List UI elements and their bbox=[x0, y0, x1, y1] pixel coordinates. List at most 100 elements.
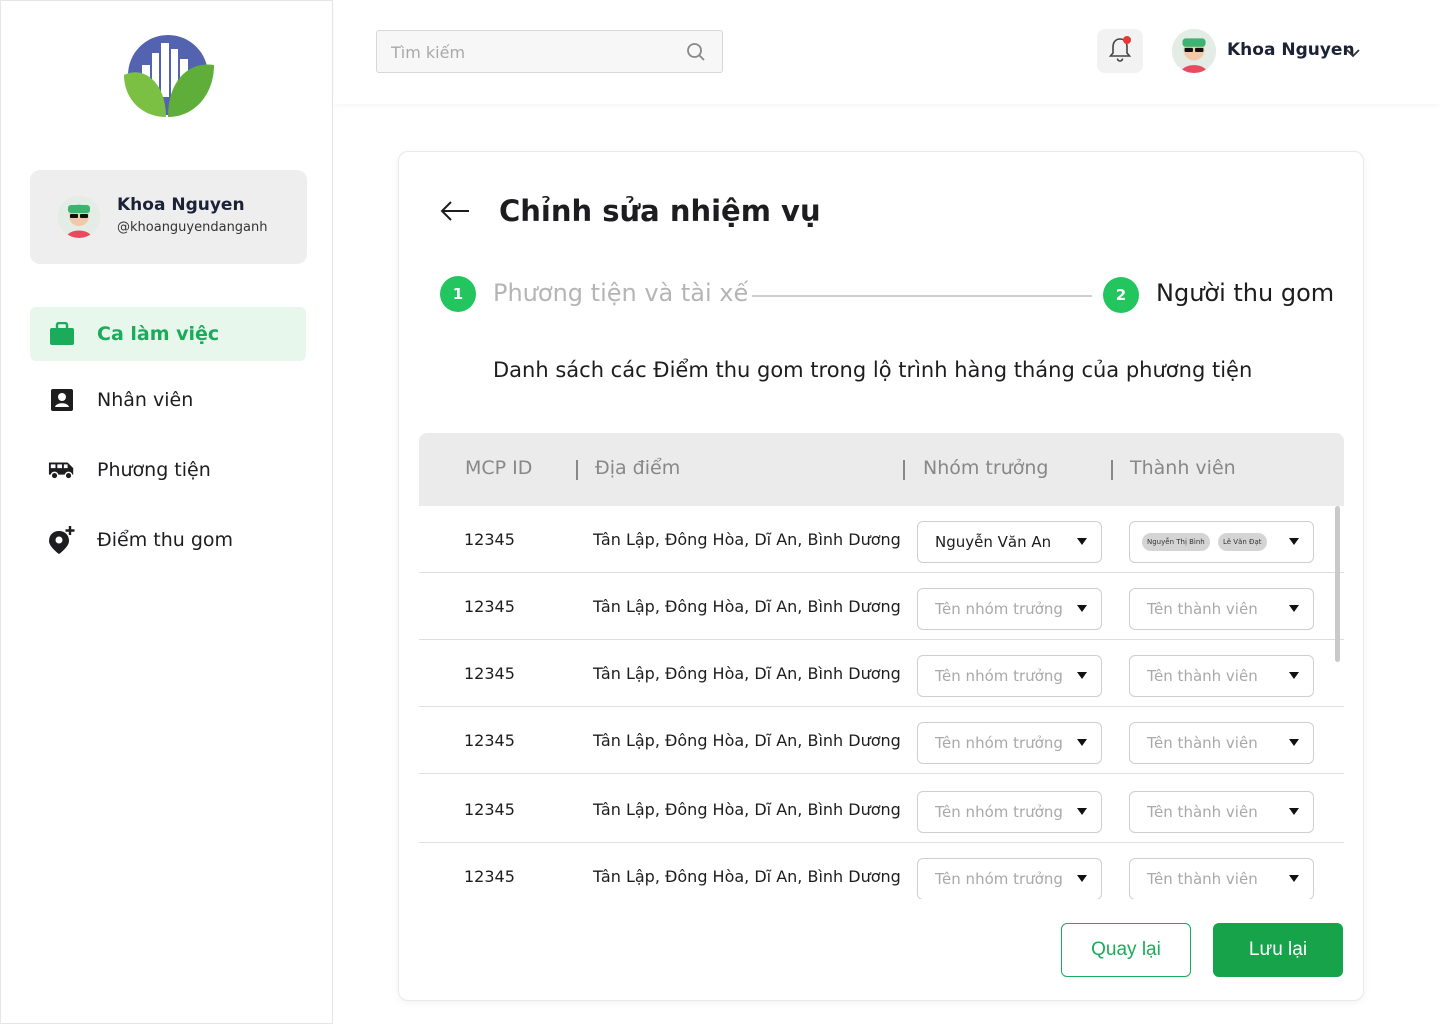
bus-icon bbox=[48, 456, 76, 484]
column-header-mcp-id: MCP ID bbox=[465, 457, 533, 479]
member-select[interactable]: Tên thành viên bbox=[1129, 722, 1314, 764]
column-header-members: Thành viên bbox=[1130, 457, 1236, 479]
caret-down-icon bbox=[1077, 538, 1087, 545]
chevron-down-icon[interactable] bbox=[1345, 44, 1361, 58]
sidebar-item-collection-points[interactable]: Điểm thu gom bbox=[30, 513, 306, 567]
leader-select-placeholder: Tên nhóm trưởng bbox=[935, 870, 1063, 888]
leader-select-placeholder: Tên nhóm trưởng bbox=[935, 734, 1063, 752]
table-row: 12345 Tân Lập, Đông Hòa, Dĩ An, Bình Dươn… bbox=[419, 573, 1344, 640]
member-select[interactable]: Nguyễn Thị Bình Lê Văn Đạt bbox=[1129, 521, 1314, 563]
column-divider bbox=[903, 460, 905, 480]
caret-down-icon bbox=[1077, 875, 1087, 882]
sidebar-item-label: Nhân viên bbox=[97, 389, 194, 411]
table-header: MCP ID Địa điểm Nhóm trưởng Thành viên bbox=[419, 433, 1344, 506]
collection-points-table: MCP ID Địa điểm Nhóm trưởng Thành viên 1… bbox=[419, 433, 1344, 899]
member-select-placeholder: Tên thành viên bbox=[1147, 600, 1258, 618]
member-select[interactable]: Tên thành viên bbox=[1129, 791, 1314, 833]
sidebar-item-label: Điểm thu gom bbox=[97, 529, 234, 551]
section-subtitle: Danh sách các Điểm thu gom trong lộ trìn… bbox=[493, 358, 1253, 382]
sidebar: Khoa Nguyen @khoanguyendanganh Ca làm vi… bbox=[0, 0, 333, 1024]
sidebar-item-shifts[interactable]: Ca làm việc bbox=[30, 307, 306, 361]
profile-card[interactable]: Khoa Nguyen @khoanguyendanganh bbox=[30, 170, 307, 264]
table-row: 12345 Tân Lập, Đông Hòa, Dĩ An, Bình Dươn… bbox=[419, 843, 1344, 899]
caret-down-icon bbox=[1077, 808, 1087, 815]
table-row: 12345 Tân Lập, Đông Hòa, Dĩ An, Bình Dươn… bbox=[419, 506, 1344, 573]
back-button[interactable]: Quay lại bbox=[1061, 923, 1191, 977]
table-row: 12345 Tân Lập, Đông Hòa, Dĩ An, Bình Dươn… bbox=[419, 640, 1344, 707]
caret-down-icon bbox=[1289, 605, 1299, 612]
step-1-label[interactable]: Phương tiện và tài xế bbox=[493, 279, 748, 307]
caret-down-icon bbox=[1077, 672, 1087, 679]
member-select-placeholder: Tên thành viên bbox=[1147, 667, 1258, 685]
save-button[interactable]: Lưu lại bbox=[1213, 923, 1343, 977]
page-title: Chỉnh sửa nhiệm vụ bbox=[499, 194, 821, 228]
sidebar-item-vehicles[interactable]: Phương tiện bbox=[30, 443, 306, 497]
leader-select[interactable]: Tên nhóm trưởng bbox=[917, 722, 1102, 764]
profile-name: Khoa Nguyen bbox=[117, 195, 245, 215]
location-cell: Tân Lập, Đông Hòa, Dĩ An, Bình Dương bbox=[593, 800, 901, 819]
profile-handle: @khoanguyendanganh bbox=[117, 220, 268, 235]
member-select-placeholder: Tên thành viên bbox=[1147, 870, 1258, 888]
search-icon[interactable] bbox=[686, 42, 706, 62]
leader-select[interactable]: Nguyễn Văn An bbox=[917, 521, 1102, 563]
leader-select[interactable]: Tên nhóm trưởng bbox=[917, 588, 1102, 630]
table-row: 12345 Tân Lập, Đông Hòa, Dĩ An, Bình Dươn… bbox=[419, 776, 1344, 843]
mcp-id-cell: 12345 bbox=[464, 597, 515, 616]
sidebar-item-label: Phương tiện bbox=[97, 459, 211, 481]
back-arrow-icon[interactable] bbox=[439, 198, 471, 224]
leader-select[interactable]: Tên nhóm trưởng bbox=[917, 858, 1102, 899]
location-cell: Tân Lập, Đông Hòa, Dĩ An, Bình Dương bbox=[593, 867, 901, 886]
table-scrollbar[interactable] bbox=[1335, 506, 1340, 662]
step-2-indicator[interactable]: 2 bbox=[1103, 277, 1139, 313]
user-name[interactable]: Khoa Nguyen bbox=[1227, 40, 1355, 60]
member-select-placeholder: Tên thành viên bbox=[1147, 803, 1258, 821]
app-logo[interactable] bbox=[122, 35, 216, 119]
location-cell: Tân Lập, Đông Hòa, Dĩ An, Bình Dương bbox=[593, 731, 901, 750]
caret-down-icon bbox=[1289, 672, 1299, 679]
member-select[interactable]: Tên thành viên bbox=[1129, 858, 1314, 899]
mcp-id-cell: 12345 bbox=[464, 530, 515, 549]
leader-select[interactable]: Tên nhóm trưởng bbox=[917, 791, 1102, 833]
member-chip[interactable]: Lê Văn Đạt bbox=[1218, 533, 1267, 551]
caret-down-icon bbox=[1077, 739, 1087, 746]
caret-down-icon bbox=[1289, 538, 1299, 545]
location-cell: Tân Lập, Đông Hòa, Dĩ An, Bình Dương bbox=[593, 530, 901, 549]
leader-select[interactable]: Tên nhóm trưởng bbox=[917, 655, 1102, 697]
search-input[interactable] bbox=[391, 41, 671, 63]
bell-icon bbox=[1107, 35, 1133, 67]
column-divider bbox=[576, 460, 578, 480]
step-2-label[interactable]: Người thu gom bbox=[1156, 279, 1334, 307]
location-cell: Tân Lập, Đông Hòa, Dĩ An, Bình Dương bbox=[593, 664, 901, 683]
contact-card-icon bbox=[48, 386, 76, 414]
step-connector bbox=[752, 295, 1092, 297]
top-bar: Khoa Nguyen bbox=[334, 0, 1440, 104]
member-select-placeholder: Tên thành viên bbox=[1147, 734, 1258, 752]
column-header-leader: Nhóm trưởng bbox=[923, 457, 1049, 479]
caret-down-icon bbox=[1077, 605, 1087, 612]
search-box[interactable] bbox=[376, 30, 723, 73]
column-header-location: Địa điểm bbox=[595, 457, 681, 479]
mcp-id-cell: 12345 bbox=[464, 731, 515, 750]
mcp-id-cell: 12345 bbox=[464, 867, 515, 886]
edit-task-card: Chỉnh sửa nhiệm vụ 1 Phương tiện và tài … bbox=[398, 151, 1364, 1001]
mcp-id-cell: 12345 bbox=[464, 664, 515, 683]
member-select[interactable]: Tên thành viên bbox=[1129, 588, 1314, 630]
step-1-indicator[interactable]: 1 bbox=[440, 276, 476, 312]
table-row: 12345 Tân Lập, Đông Hòa, Dĩ An, Bình Dươn… bbox=[419, 707, 1344, 774]
briefcase-icon bbox=[48, 320, 76, 348]
add-location-icon bbox=[48, 526, 76, 554]
avatar bbox=[58, 196, 100, 238]
caret-down-icon bbox=[1289, 808, 1299, 815]
notification-button[interactable] bbox=[1097, 29, 1143, 73]
location-cell: Tân Lập, Đông Hòa, Dĩ An, Bình Dương bbox=[593, 597, 901, 616]
member-chip[interactable]: Nguyễn Thị Bình bbox=[1142, 533, 1210, 551]
mcp-id-cell: 12345 bbox=[464, 800, 515, 819]
caret-down-icon bbox=[1289, 875, 1299, 882]
member-select[interactable]: Tên thành viên bbox=[1129, 655, 1314, 697]
leader-select-placeholder: Tên nhóm trưởng bbox=[935, 803, 1063, 821]
leader-select-placeholder: Tên nhóm trưởng bbox=[935, 600, 1063, 618]
column-divider bbox=[1111, 460, 1113, 480]
sidebar-item-label: Ca làm việc bbox=[97, 323, 220, 345]
sidebar-item-employees[interactable]: Nhân viên bbox=[30, 373, 306, 427]
user-avatar[interactable] bbox=[1172, 29, 1216, 73]
